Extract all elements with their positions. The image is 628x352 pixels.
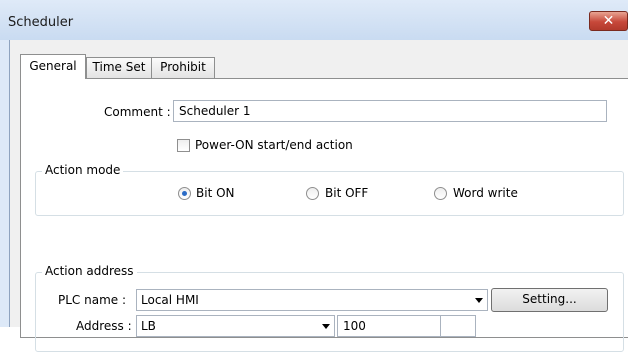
bit-off-radio[interactable] (306, 187, 319, 200)
general-tab-panel: Comment : Scheduler 1 Power-ON start/end… (20, 78, 628, 352)
action-address-title: Action address (42, 264, 137, 278)
comment-input[interactable]: Scheduler 1 (173, 100, 607, 122)
chevron-down-icon (318, 316, 334, 336)
close-button[interactable]: ✕ (589, 11, 628, 31)
tab-general[interactable]: General (20, 54, 86, 79)
close-icon: ✕ (602, 13, 615, 29)
address-label: Address : (76, 319, 132, 333)
bit-off-label: Bit OFF (325, 186, 369, 200)
dialog-client-area: General Time Set Prohibit Comment : Sche… (9, 40, 628, 352)
action-mode-title: Action mode (42, 163, 124, 177)
word-write-radio[interactable] (434, 187, 447, 200)
title-bar: Scheduler ✕ (0, 0, 628, 40)
plc-name-select[interactable]: Local HMI (136, 289, 488, 311)
action-address-group (35, 272, 624, 352)
bit-on-radio[interactable] (178, 187, 191, 200)
plc-name-label: PLC name : (58, 293, 127, 307)
plc-name-value: Local HMI (141, 293, 199, 307)
power-on-label: Power-ON start/end action (195, 138, 353, 152)
word-write-label: Word write (453, 186, 518, 200)
bit-on-label: Bit ON (196, 186, 235, 200)
tab-time-set[interactable]: Time Set (86, 57, 152, 78)
address-input[interactable]: 100 (337, 315, 441, 337)
address-suffix-input[interactable] (440, 315, 476, 337)
device-type-select[interactable]: LB (136, 315, 335, 337)
window-title: Scheduler (8, 15, 74, 30)
power-on-checkbox[interactable] (177, 139, 190, 152)
scheduler-dialog: Scheduler ✕ General Time Set Prohibit Co… (0, 0, 628, 352)
setting-button[interactable]: Setting... (491, 288, 608, 312)
device-type-value: LB (141, 319, 156, 333)
chevron-down-icon (471, 290, 487, 310)
comment-label: Comment : (104, 105, 171, 119)
tab-prohibit[interactable]: Prohibit (151, 57, 215, 78)
